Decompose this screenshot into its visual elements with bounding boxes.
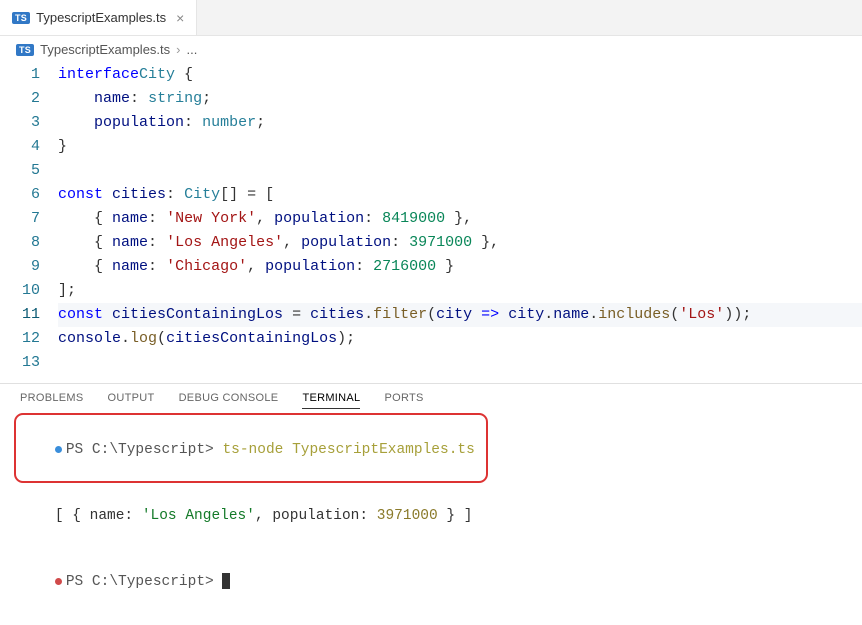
tab-filename: TypescriptExamples.ts: [36, 10, 166, 25]
code-line[interactable]: [58, 351, 862, 375]
breadcrumb[interactable]: TS TypescriptExamples.ts › ...: [0, 36, 862, 63]
panel-tabs: PROBLEMS OUTPUT DEBUG CONSOLE TERMINAL PORTS: [0, 383, 862, 413]
terminal-output: 'Los Angeles': [142, 508, 255, 524]
chevron-right-icon: ›: [176, 42, 180, 57]
breadcrumb-file: TypescriptExamples.ts: [40, 42, 170, 57]
ts-badge-icon: TS: [16, 44, 34, 56]
terminal-output: } ]: [438, 508, 473, 524]
terminal-line: PS C:\Typescript> ts-node TypescriptExam…: [20, 417, 842, 483]
panel-tab-debug-console[interactable]: DEBUG CONSOLE: [179, 392, 279, 409]
line-number: 4: [0, 135, 40, 159]
code-line[interactable]: interfaceCity {: [58, 63, 862, 87]
line-number-gutter: 12345678910111213: [0, 63, 58, 375]
terminal-line: PS C:\Typescript>: [20, 549, 842, 615]
line-number: 9: [0, 255, 40, 279]
code-line[interactable]: { name: 'Chicago', population: 2716000 }: [58, 255, 862, 279]
breadcrumb-rest: ...: [187, 42, 198, 57]
line-number: 3: [0, 111, 40, 135]
terminal-output: 3971000: [377, 508, 438, 524]
code-line[interactable]: const citiesContainingLos = cities.filte…: [58, 303, 862, 327]
panel-tab-output[interactable]: OUTPUT: [108, 392, 155, 409]
tab-bar: TS TypescriptExamples.ts ×: [0, 0, 862, 36]
terminal-line: [ { name: 'Los Angeles', population: 397…: [20, 483, 842, 549]
line-number: 2: [0, 87, 40, 111]
dot-icon: [55, 446, 62, 453]
close-icon[interactable]: ×: [176, 10, 184, 26]
code-line[interactable]: [58, 159, 862, 183]
terminal-cursor: [222, 573, 230, 589]
terminal-prompt: PS C:\Typescript>: [66, 442, 223, 458]
code-line[interactable]: console.log(citiesContainingLos);: [58, 327, 862, 351]
terminal-command: ts-node TypescriptExamples.ts: [222, 442, 474, 458]
panel-tab-terminal[interactable]: TERMINAL: [302, 392, 360, 409]
terminal-output: [ { name:: [55, 508, 142, 524]
line-number: 8: [0, 231, 40, 255]
code-area[interactable]: interfaceCity { name: string; population…: [58, 63, 862, 375]
terminal-prompt: PS C:\Typescript>: [66, 574, 223, 590]
code-line[interactable]: }: [58, 135, 862, 159]
panel-tab-problems[interactable]: PROBLEMS: [20, 392, 84, 409]
code-line[interactable]: { name: 'Los Angeles', population: 39710…: [58, 231, 862, 255]
editor-tab[interactable]: TS TypescriptExamples.ts ×: [0, 0, 197, 35]
terminal-output: , population:: [255, 508, 377, 524]
line-number: 11: [0, 303, 40, 327]
terminal-panel[interactable]: PS C:\Typescript> ts-node TypescriptExam…: [0, 413, 862, 625]
line-number: 10: [0, 279, 40, 303]
ts-badge-icon: TS: [12, 12, 30, 24]
code-line[interactable]: ];: [58, 279, 862, 303]
code-line[interactable]: population: number;: [58, 111, 862, 135]
code-line[interactable]: const cities: City[] = [: [58, 183, 862, 207]
dot-icon: [55, 578, 62, 585]
line-number: 6: [0, 183, 40, 207]
line-number: 12: [0, 327, 40, 351]
line-number: 7: [0, 207, 40, 231]
line-number: 5: [0, 159, 40, 183]
code-line[interactable]: name: string;: [58, 87, 862, 111]
line-number: 13: [0, 351, 40, 375]
panel-tab-ports[interactable]: PORTS: [384, 392, 423, 409]
code-editor[interactable]: 12345678910111213 interfaceCity { name: …: [0, 63, 862, 383]
line-number: 1: [0, 63, 40, 87]
code-line[interactable]: { name: 'New York', population: 8419000 …: [58, 207, 862, 231]
